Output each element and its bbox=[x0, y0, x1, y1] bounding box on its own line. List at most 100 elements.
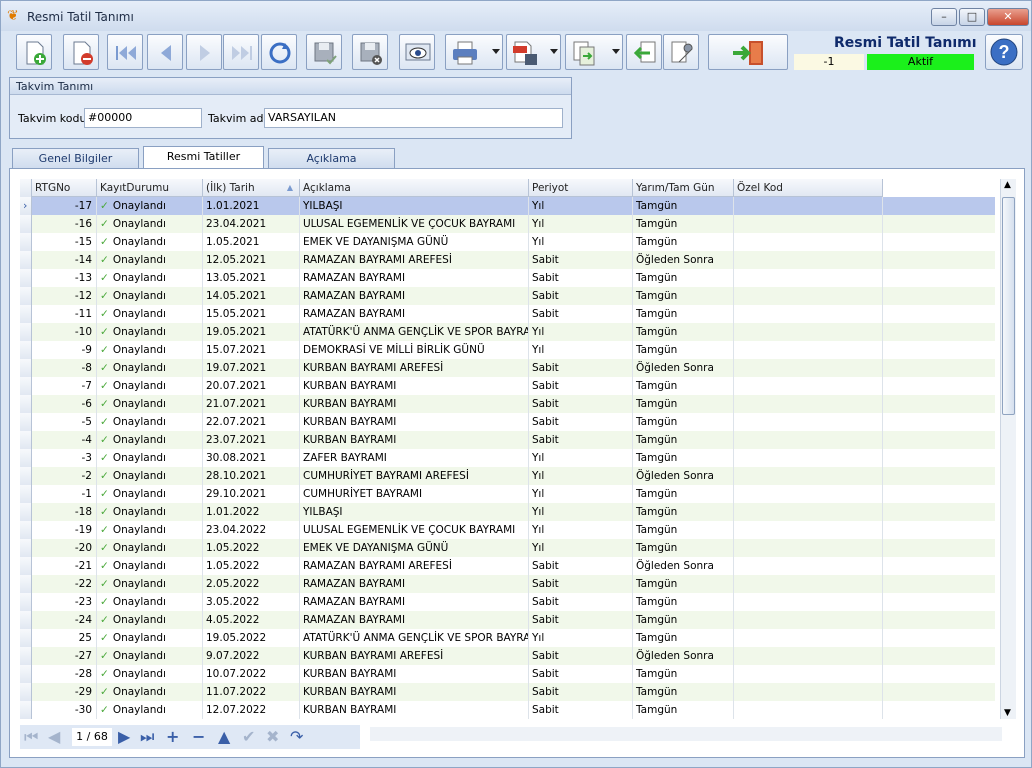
cell-status[interactable]: ✓ Onaylandı bbox=[97, 305, 203, 323]
nav-confirm-icon[interactable]: ✔ bbox=[242, 727, 255, 747]
cell-description[interactable]: KURBAN BAYRAMI bbox=[300, 395, 529, 413]
cell-day-type[interactable]: Tamgün bbox=[633, 683, 734, 701]
cell-status[interactable]: ✓ Onaylandı bbox=[97, 431, 203, 449]
cell-special-code[interactable] bbox=[734, 215, 883, 233]
next-record-button[interactable] bbox=[186, 34, 222, 70]
calendar-code-field[interactable]: #00000 bbox=[84, 108, 202, 128]
cell-status[interactable]: ✓ Onaylandı bbox=[97, 233, 203, 251]
cell-period[interactable]: Sabit bbox=[529, 305, 633, 323]
cell-period[interactable]: Sabit bbox=[529, 269, 633, 287]
cell-day-type[interactable]: Tamgün bbox=[633, 539, 734, 557]
cancel-save-button[interactable] bbox=[352, 34, 388, 70]
row-indicator[interactable] bbox=[20, 467, 32, 485]
cell-date[interactable]: 21.07.2021 bbox=[203, 395, 300, 413]
tab-holidays[interactable]: Resmi Tatiller bbox=[143, 146, 264, 168]
cell-date[interactable]: 2.05.2022 bbox=[203, 575, 300, 593]
cell-status[interactable]: ✓ Onaylandı bbox=[97, 251, 203, 269]
cell-day-type[interactable]: Tamgün bbox=[633, 431, 734, 449]
cell-period[interactable]: Yıl bbox=[529, 467, 633, 485]
cell-special-code[interactable] bbox=[734, 323, 883, 341]
cell-status[interactable]: ✓ Onaylandı bbox=[97, 575, 203, 593]
cell-date[interactable]: 23.07.2021 bbox=[203, 431, 300, 449]
vertical-scrollbar[interactable]: ▲ ▼ bbox=[1000, 179, 1016, 719]
cell-special-code[interactable] bbox=[734, 503, 883, 521]
row-indicator[interactable] bbox=[20, 503, 32, 521]
tab-general[interactable]: Genel Bilgiler bbox=[12, 148, 139, 169]
cell-date[interactable]: 20.07.2021 bbox=[203, 377, 300, 395]
cell-status[interactable]: ✓ Onaylandı bbox=[97, 287, 203, 305]
cell-special-code[interactable] bbox=[734, 413, 883, 431]
horizontal-scrollbar[interactable] bbox=[370, 727, 1002, 741]
cell-special-code[interactable] bbox=[734, 359, 883, 377]
cell-special-code[interactable] bbox=[734, 611, 883, 629]
cell-rtgno[interactable]: -8 bbox=[32, 359, 97, 377]
nav-remove-icon[interactable]: − bbox=[192, 727, 205, 747]
cell-day-type[interactable]: Tamgün bbox=[633, 485, 734, 503]
cell-date[interactable]: 23.04.2022 bbox=[203, 521, 300, 539]
row-indicator[interactable] bbox=[20, 377, 32, 395]
table-row[interactable]: -16 ✓ Onaylandı 23.04.2021 ULUSAL EGEMENLİK … bbox=[20, 215, 995, 233]
cell-day-type[interactable]: Tamgün bbox=[633, 377, 734, 395]
cell-description[interactable]: EMEK VE DAYANIŞMA GÜNÜ bbox=[300, 233, 529, 251]
table-row[interactable]: -14 ✓ Onaylandı 12.05.2021 RAMAZAN BAYRAMI A… bbox=[20, 251, 995, 269]
cell-description[interactable]: YILBAŞI bbox=[300, 503, 529, 521]
cell-status[interactable]: ✓ Onaylandı bbox=[97, 683, 203, 701]
cell-description[interactable]: ULUSAL EGEMENLİK VE ÇOCUK BAYRAMI bbox=[300, 215, 529, 233]
cell-special-code[interactable] bbox=[734, 539, 883, 557]
row-indicator[interactable] bbox=[20, 413, 32, 431]
cell-status[interactable]: ✓ Onaylandı bbox=[97, 449, 203, 467]
table-row[interactable]: › -17 ✓ Onaylandı 1.01.2021 YILBAŞI Yıl Tamgün bbox=[20, 197, 995, 215]
cell-status[interactable]: ✓ Onaylandı bbox=[97, 215, 203, 233]
nav-first-icon[interactable]: ⏮ bbox=[24, 727, 38, 747]
cell-date[interactable]: 19.07.2021 bbox=[203, 359, 300, 377]
cell-date[interactable]: 1.05.2022 bbox=[203, 539, 300, 557]
row-indicator[interactable] bbox=[20, 341, 32, 359]
cell-special-code[interactable] bbox=[734, 593, 883, 611]
column-header-special-code[interactable]: Özel Kod bbox=[734, 179, 883, 197]
cell-day-type[interactable]: Tamgün bbox=[633, 701, 734, 719]
settings-button[interactable] bbox=[663, 34, 699, 70]
cell-date[interactable]: 19.05.2022 bbox=[203, 629, 300, 647]
cell-day-type[interactable]: Tamgün bbox=[633, 449, 734, 467]
cell-period[interactable]: Sabit bbox=[529, 377, 633, 395]
cell-special-code[interactable] bbox=[734, 197, 883, 215]
cell-period[interactable]: Yıl bbox=[529, 197, 633, 215]
cell-day-type[interactable]: Tamgün bbox=[633, 521, 734, 539]
row-indicator[interactable] bbox=[20, 305, 32, 323]
cell-status[interactable]: ✓ Onaylandı bbox=[97, 359, 203, 377]
delete-record-button[interactable] bbox=[63, 34, 99, 70]
cell-day-type[interactable]: Tamgün bbox=[633, 197, 734, 215]
column-header-day-type[interactable]: Yarım/Tam Gün bbox=[633, 179, 734, 197]
cell-period[interactable]: Sabit bbox=[529, 287, 633, 305]
cell-period[interactable]: Yıl bbox=[529, 521, 633, 539]
cell-description[interactable]: RAMAZAN BAYRAMI bbox=[300, 305, 529, 323]
row-indicator[interactable] bbox=[20, 485, 32, 503]
column-header-date[interactable]: (İlk) Tarih ▲ bbox=[203, 179, 300, 197]
cell-date[interactable]: 28.10.2021 bbox=[203, 467, 300, 485]
close-button[interactable]: ✕ bbox=[987, 8, 1029, 26]
scroll-up-icon[interactable]: ▲ bbox=[1004, 180, 1011, 190]
cell-date[interactable]: 10.07.2022 bbox=[203, 665, 300, 683]
cell-description[interactable]: KURBAN BAYRAMI bbox=[300, 665, 529, 683]
cell-status[interactable]: ✓ Onaylandı bbox=[97, 629, 203, 647]
cell-special-code[interactable] bbox=[734, 665, 883, 683]
row-indicator[interactable] bbox=[20, 359, 32, 377]
cell-rtgno[interactable]: -16 bbox=[32, 215, 97, 233]
row-indicator[interactable] bbox=[20, 701, 32, 719]
row-indicator[interactable] bbox=[20, 395, 32, 413]
cell-description[interactable]: ATATÜRK'Ü ANMA GENÇLİK VE SPOR BAYRAMI bbox=[300, 629, 529, 647]
cell-rtgno[interactable]: -13 bbox=[32, 269, 97, 287]
cell-period[interactable]: Yıl bbox=[529, 539, 633, 557]
cell-day-type[interactable]: Tamgün bbox=[633, 215, 734, 233]
cell-date[interactable]: 1.05.2022 bbox=[203, 557, 300, 575]
cell-day-type[interactable]: Tamgün bbox=[633, 413, 734, 431]
cell-special-code[interactable] bbox=[734, 521, 883, 539]
table-row[interactable]: 25 ✓ Onaylandı 19.05.2022 ATATÜRK'Ü ANMA GEN… bbox=[20, 629, 995, 647]
table-row[interactable]: -2 ✓ Onaylandı 28.10.2021 CUMHURİYET BAYRAMI… bbox=[20, 467, 995, 485]
cell-status[interactable]: ✓ Onaylandı bbox=[97, 557, 203, 575]
table-row[interactable]: -6 ✓ Onaylandı 21.07.2021 KURBAN BAYRAMI Sabi… bbox=[20, 395, 995, 413]
cell-special-code[interactable] bbox=[734, 341, 883, 359]
cell-description[interactable]: ATATÜRK'Ü ANMA GENÇLİK VE SPOR BAYRAMI bbox=[300, 323, 529, 341]
last-record-button[interactable] bbox=[223, 34, 259, 70]
cell-day-type[interactable]: Öğleden Sonra bbox=[633, 251, 734, 269]
